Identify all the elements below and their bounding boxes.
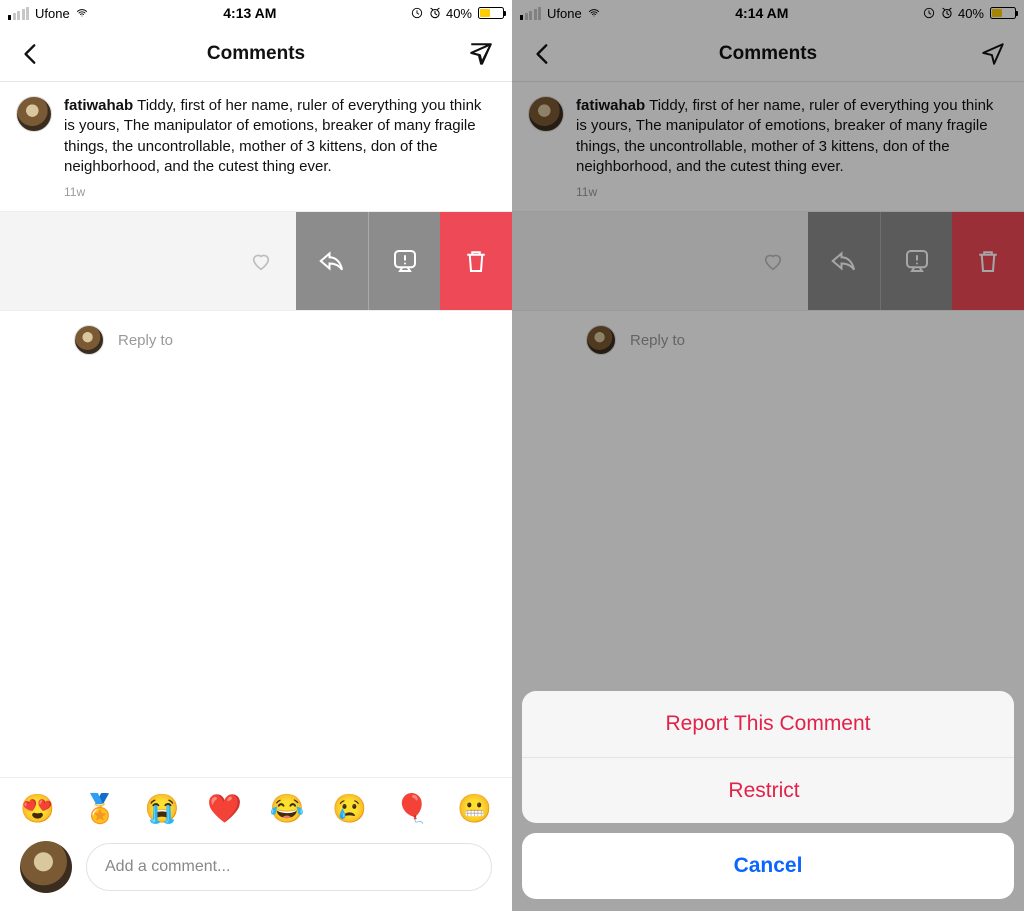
battery-icon xyxy=(478,7,504,19)
reply-row: Reply to xyxy=(512,311,1024,355)
reply-icon xyxy=(317,246,347,276)
report-action-button[interactable] xyxy=(368,212,440,310)
report-icon xyxy=(902,246,932,276)
paper-plane-icon xyxy=(468,41,494,67)
emoji-option[interactable]: 😢 xyxy=(332,792,367,825)
clock-time: 4:14 AM xyxy=(735,5,788,21)
nav-header: Comments xyxy=(0,26,512,82)
trash-icon xyxy=(973,246,1003,276)
signal-icon xyxy=(520,7,541,20)
avatar xyxy=(20,841,72,893)
emoji-option[interactable]: 😂 xyxy=(270,792,305,825)
share-button[interactable] xyxy=(976,37,1010,71)
emoji-option[interactable]: 🏅 xyxy=(82,792,117,825)
delete-action-button[interactable] xyxy=(952,212,1024,310)
composer-row: Add a comment... xyxy=(0,833,512,911)
avatar[interactable] xyxy=(586,325,616,355)
post-caption-row: fatiwahab Tiddy, first of her name, rule… xyxy=(512,82,1024,185)
heart-icon[interactable] xyxy=(762,250,784,272)
emoji-quickbar: 😍 🏅 😭 ❤️ 😂 😢 🎈 😬 xyxy=(0,778,512,833)
avatar[interactable] xyxy=(528,96,564,132)
battery-percent: 40% xyxy=(446,6,472,21)
page-title: Comments xyxy=(719,43,817,65)
phone-right: Ufone 4:14 AM 40% Comments fatiwahab Tid… xyxy=(512,0,1024,911)
back-button[interactable] xyxy=(526,37,560,71)
comment-input[interactable]: Add a comment... xyxy=(86,843,492,891)
share-button[interactable] xyxy=(464,37,498,71)
page-title: Comments xyxy=(207,43,305,65)
heart-icon[interactable] xyxy=(250,250,272,272)
signal-icon xyxy=(8,7,29,20)
restrict-option[interactable]: Restrict xyxy=(522,757,1014,823)
swipe-actions xyxy=(808,212,1024,310)
carrier-label: Ufone xyxy=(547,6,582,21)
post-caption-row: fatiwahab Tiddy, first of her name, rule… xyxy=(0,82,512,185)
swiped-comment-row[interactable] xyxy=(0,211,512,311)
status-bar: Ufone 4:13 AM 40% xyxy=(0,0,512,26)
comment-body xyxy=(0,212,296,310)
swiped-comment-row[interactable] xyxy=(512,211,1024,311)
delete-action-button[interactable] xyxy=(440,212,512,310)
orientation-lock-icon xyxy=(410,6,424,20)
status-bar: Ufone 4:14 AM 40% xyxy=(512,0,1024,26)
chevron-left-icon xyxy=(18,41,44,67)
emoji-option[interactable]: ❤️ xyxy=(207,792,242,825)
clock-time: 4:13 AM xyxy=(223,5,276,21)
report-icon xyxy=(390,246,420,276)
orientation-lock-icon xyxy=(922,6,936,20)
back-button[interactable] xyxy=(14,37,48,71)
reply-to-label[interactable]: Reply to xyxy=(630,332,685,349)
phone-left: Ufone 4:13 AM 40% Comments fatiwahab Tid… xyxy=(0,0,512,911)
alarm-icon xyxy=(428,6,442,20)
post-caption: fatiwahab Tiddy, first of her name, rule… xyxy=(576,96,1008,177)
reply-action-button[interactable] xyxy=(296,212,368,310)
post-username[interactable]: fatiwahab xyxy=(576,97,645,114)
action-sheet: Report This Comment Restrict Cancel xyxy=(522,691,1014,899)
composer-area: 😍 🏅 😭 ❤️ 😂 😢 🎈 😬 Add a comment... xyxy=(0,777,512,911)
post-age: 11w xyxy=(0,185,512,211)
report-action-button[interactable] xyxy=(880,212,952,310)
battery-percent: 40% xyxy=(958,6,984,21)
report-comment-option[interactable]: Report This Comment xyxy=(522,691,1014,757)
emoji-option[interactable]: 🎈 xyxy=(395,792,430,825)
carrier-label: Ufone xyxy=(35,6,70,21)
wifi-icon xyxy=(586,7,602,19)
comment-body xyxy=(512,212,808,310)
trash-icon xyxy=(461,246,491,276)
emoji-option[interactable]: 😍 xyxy=(20,792,55,825)
chevron-left-icon xyxy=(530,41,556,67)
post-caption: fatiwahab Tiddy, first of her name, rule… xyxy=(64,96,496,177)
reply-to-label[interactable]: Reply to xyxy=(118,332,173,349)
emoji-option[interactable]: 😭 xyxy=(145,792,180,825)
avatar[interactable] xyxy=(16,96,52,132)
reply-icon xyxy=(829,246,859,276)
post-username[interactable]: fatiwahab xyxy=(64,97,133,114)
wifi-icon xyxy=(74,7,90,19)
reply-row: Reply to xyxy=(0,311,512,355)
battery-icon xyxy=(990,7,1016,19)
alarm-icon xyxy=(940,6,954,20)
post-age: 11w xyxy=(512,185,1024,211)
restrict-label: Restrict xyxy=(728,779,799,803)
paper-plane-icon xyxy=(980,41,1006,67)
nav-header: Comments xyxy=(512,26,1024,82)
reply-action-button[interactable] xyxy=(808,212,880,310)
action-sheet-options: Report This Comment Restrict xyxy=(522,691,1014,823)
emoji-option[interactable]: 😬 xyxy=(457,792,492,825)
cancel-button[interactable]: Cancel xyxy=(522,833,1014,899)
avatar[interactable] xyxy=(74,325,104,355)
swipe-actions xyxy=(296,212,512,310)
